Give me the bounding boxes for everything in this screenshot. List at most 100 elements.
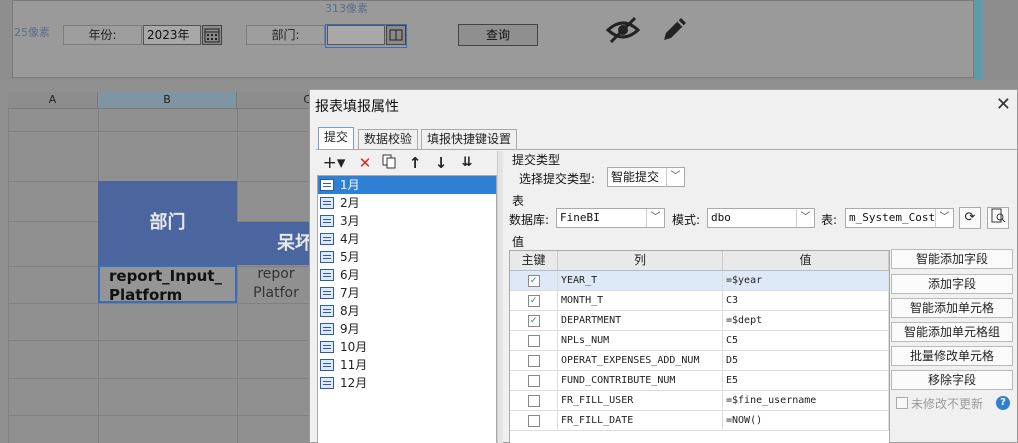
value-cell[interactable]: =$fine_username [723,391,889,410]
npl-header-cell[interactable]: 呆坏 [237,222,312,265]
value-cell[interactable]: =$dept [723,311,889,330]
remove-field-button[interactable]: 移除字段 [891,370,1013,390]
help-icon[interactable]: ? [996,396,1010,410]
smart-add-cell-button[interactable]: 智能添加单元格 [891,298,1013,318]
list-item-label: 7月 [340,286,360,300]
pk-cell [510,411,558,430]
batch-edit-cell-button[interactable]: 批量修改单元格 [891,346,1013,366]
calendar-icon[interactable] [202,25,222,45]
primary-key-checkbox[interactable] [527,354,540,367]
list-item[interactable]: 5月 [318,248,496,266]
table-icon [320,323,334,335]
list-item[interactable]: 1月 [318,176,496,194]
pk-column-header[interactable]: 主键 [510,251,558,270]
copy-icon[interactable] [379,153,399,173]
value-cell[interactable]: C5 [723,331,889,350]
table-row[interactable]: FR_FILL_USER =$fine_username [510,391,889,411]
dept-header-cell[interactable]: 部门 [98,181,237,265]
move-down-icon[interactable]: ↓ [431,153,451,173]
smart-add-field-button[interactable]: 智能添加字段 [891,249,1013,269]
query-button[interactable]: 查询 [458,24,538,46]
month-list: 1月 2月 3月 4月 5月 6月 7月 8月 9月 10月 11月 12月 [317,175,497,443]
column-column-header[interactable]: 列 [558,251,723,270]
primary-key-checkbox[interactable]: ✓ [527,274,540,287]
table-row[interactable]: ✓ DEPARTMENT =$dept [510,311,889,331]
selected-cell[interactable]: report_Input_ Platform [98,265,237,303]
list-item[interactable]: 12月 [318,374,496,392]
table-row[interactable]: FUND_CONTRIBUTE_NUM E5 [510,371,889,391]
selected-cell-line2: Platform [109,286,183,303]
add-field-button[interactable]: 添加字段 [891,274,1013,294]
value-cell[interactable]: =NOW() [723,411,889,430]
year-input[interactable]: 2023年 [143,25,201,45]
list-item[interactable]: 2月 [318,194,496,212]
primary-key-checkbox[interactable] [527,374,540,387]
smart-add-cell-group-button[interactable]: 智能添加单元格组 [891,322,1013,342]
list-item-label: 3月 [340,214,360,228]
primary-key-checkbox[interactable]: ✓ [527,314,540,327]
list-item[interactable]: 8月 [318,302,496,320]
grid-line [8,109,9,443]
table-row[interactable]: ✓ YEAR_T =$year [510,271,889,291]
tab-submit[interactable]: 提交 [318,127,354,149]
schema-select[interactable]: dbo ﹀ [707,208,815,228]
primary-key-checkbox[interactable]: ✓ [527,294,540,307]
value-cell[interactable]: D5 [723,351,889,370]
list-item[interactable]: 6月 [318,266,496,284]
move-up-icon[interactable]: ↑ [405,153,425,173]
sort-icon[interactable]: ⇊ [457,153,477,173]
table-row[interactable]: FR_FILL_DATE =NOW() [510,411,889,431]
table-row[interactable]: ✓ MONTH_T C3 [510,291,889,311]
add-icon[interactable]: +▾ [321,153,347,173]
search-file-icon[interactable] [987,207,1009,229]
panel-edge-area [983,0,1018,80]
database-value: FineBI [560,211,600,224]
table-icon [320,179,334,191]
pk-cell [510,351,558,370]
column-cell[interactable]: FR_FILL_DATE [558,411,723,430]
value-cell[interactable]: =$year [723,271,889,290]
column-header-b[interactable]: B [98,92,237,109]
list-item[interactable]: 4月 [318,230,496,248]
table-select[interactable]: m_System_Cost ﹀ [845,208,954,228]
value-cell[interactable]: E5 [723,371,889,390]
column-cell[interactable]: MONTH_T [558,291,723,310]
column-cell[interactable]: DEPARTMENT [558,311,723,330]
table-row[interactable]: NPLs_NUM C5 [510,331,889,351]
close-icon[interactable]: ✕ [996,94,1011,115]
column-cell[interactable]: OPERAT_EXPENSES_ADD_NUM [558,351,723,370]
column-cell[interactable]: FR_FILL_USER [558,391,723,410]
adjacent-cell[interactable]: repor Platfor [240,265,312,303]
list-item-label: 9月 [340,322,360,336]
column-cell[interactable]: YEAR_T [558,271,723,290]
tab-shortcut-settings[interactable]: 填报快捷键设置 [421,129,517,149]
no-update-checkbox[interactable] [896,397,908,409]
pane-splitter[interactable] [497,151,503,443]
tab-data-validation[interactable]: 数据校验 [358,129,418,149]
list-item[interactable]: 7月 [318,284,496,302]
table-icon [320,215,334,227]
column-cell[interactable]: NPLs_NUM [558,331,723,350]
table-row[interactable]: OPERAT_EXPENSES_ADD_NUM D5 [510,351,889,371]
list-item[interactable]: 10月 [318,338,496,356]
primary-key-checkbox[interactable] [527,334,540,347]
list-item[interactable]: 9月 [318,320,496,338]
delete-icon[interactable]: ✕ [355,153,375,173]
primary-key-checkbox[interactable] [527,394,540,407]
column-header-c[interactable]: C [237,92,312,109]
column-cell[interactable]: FUND_CONTRIBUTE_NUM [558,371,723,390]
edit-pencil-icon[interactable] [659,13,691,48]
list-item[interactable]: 11月 [318,356,496,374]
list-item[interactable]: 3月 [318,212,496,230]
hide-icon[interactable] [605,14,641,49]
value-column-header[interactable]: 值 [723,251,889,270]
database-select[interactable]: FineBI ﹀ [556,208,665,228]
primary-key-checkbox[interactable] [527,414,540,427]
column-header-a[interactable]: A [8,92,98,109]
value-cell[interactable]: C3 [723,291,889,310]
submit-type-select[interactable]: 智能提交 ﹀ [607,167,685,187]
year-label: 年份: [63,25,142,45]
refresh-icon[interactable]: ⟳ [959,207,981,229]
list-item-label: 4月 [340,232,360,246]
table-icon [320,251,334,263]
